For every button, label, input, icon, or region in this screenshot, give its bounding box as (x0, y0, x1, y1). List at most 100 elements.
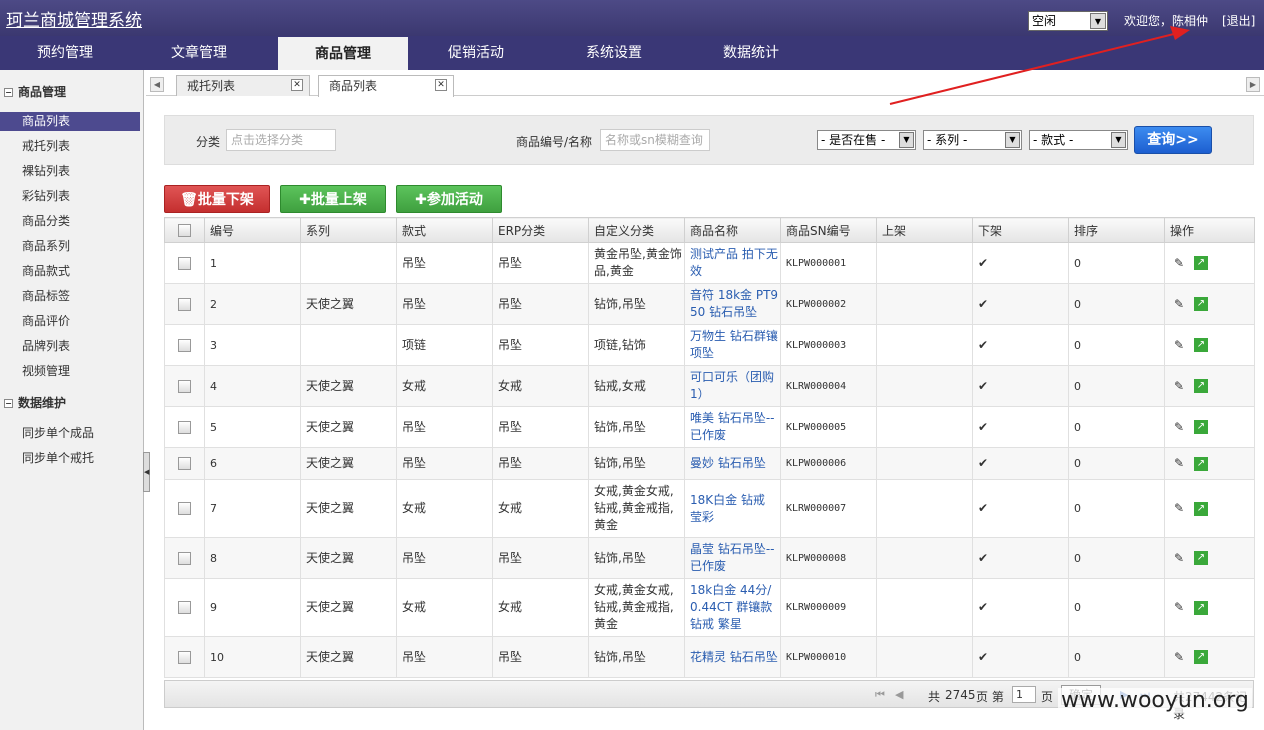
column-header[interactable]: 排序 (1068, 217, 1165, 243)
sidebar-item-product-style[interactable]: 商品款式 (0, 262, 140, 281)
sidebar-item-color-diamond-list[interactable]: 彩钻列表 (0, 187, 140, 206)
row-checkbox[interactable] (178, 338, 191, 352)
column-header[interactable]: 下架 (972, 217, 1069, 243)
edit-icon[interactable]: ✎ (1172, 420, 1186, 434)
sidebar-item-ring-mount-list[interactable]: 戒托列表 (0, 137, 140, 156)
app-title[interactable]: 珂兰商城管理系统 (6, 6, 142, 31)
sidebar-item-sync-mount[interactable]: 同步单个戒托 (0, 449, 140, 468)
on-sale-select[interactable]: - 是否在售 - ▼ (817, 130, 916, 150)
close-icon[interactable]: ✕ (435, 79, 447, 91)
sidebar-item-product-category[interactable]: 商品分类 (0, 212, 140, 231)
view-icon[interactable]: ↗ (1194, 600, 1208, 615)
product-name-link[interactable]: 18k白金 44分/0.44CT 群镶款钻戒 繁星 (684, 578, 781, 637)
code-search-input[interactable]: 名称或sn模糊查询 (600, 129, 710, 151)
nav-tab-booking[interactable]: 预约管理 (0, 36, 130, 70)
row-checkbox[interactable] (178, 457, 191, 470)
nav-tab-promotions[interactable]: 促销活动 (411, 36, 541, 70)
edit-icon[interactable]: ✎ (1172, 501, 1186, 515)
row-checkbox[interactable] (178, 650, 191, 664)
row-checkbox[interactable] (178, 502, 191, 515)
chevron-down-icon[interactable]: ▼ (1005, 132, 1020, 148)
tab-scroll-left-icon[interactable]: ◀ (150, 77, 164, 92)
product-name-link[interactable]: 音符 18k金 PT950 钻石吊坠 (684, 283, 781, 325)
row-checkbox[interactable] (178, 379, 191, 393)
view-icon[interactable]: ↗ (1194, 551, 1208, 565)
query-button[interactable]: 查询>> (1134, 126, 1212, 154)
view-icon[interactable]: ↗ (1194, 650, 1208, 664)
column-header[interactable]: 上架 (876, 217, 973, 243)
collapse-icon[interactable]: − (4, 88, 13, 97)
edit-icon[interactable]: ✎ (1172, 338, 1186, 352)
column-header[interactable]: 商品SN编号 (780, 217, 877, 243)
nav-tab-settings[interactable]: 系统设置 (549, 36, 679, 70)
logout-link[interactable]: [退出] (1222, 12, 1255, 29)
batch-unlist-button[interactable]: 🗑批量下架 (164, 185, 270, 213)
edit-icon[interactable]: ✎ (1172, 256, 1186, 270)
select-all-checkbox[interactable] (178, 224, 191, 237)
product-name-link[interactable]: 唯美 钻石吊坠--已作废 (684, 406, 781, 448)
column-header[interactable]: 商品名称 (684, 217, 781, 243)
product-name-link[interactable]: 晶莹 钻石吊坠--已作废 (684, 537, 781, 579)
add-to-promotion-button[interactable]: ✚参加活动 (396, 185, 502, 213)
style-select[interactable]: - 款式 - ▼ (1029, 130, 1128, 150)
sidebar-item-video-management[interactable]: 视频管理 (0, 362, 140, 381)
view-icon[interactable]: ↗ (1194, 297, 1208, 311)
row-checkbox[interactable] (178, 551, 191, 565)
batch-list-button[interactable]: ✚批量上架 (280, 185, 386, 213)
column-header[interactable]: 系列 (300, 217, 397, 243)
edit-icon[interactable]: ✎ (1172, 297, 1186, 311)
edit-icon[interactable]: ✎ (1172, 456, 1186, 470)
view-icon[interactable]: ↗ (1194, 379, 1208, 393)
edit-icon[interactable]: ✎ (1172, 551, 1186, 565)
chevron-down-icon[interactable]: ▼ (1111, 132, 1126, 148)
edit-icon[interactable]: ✎ (1172, 600, 1186, 614)
sidebar-item-product-list[interactable]: 商品列表 (0, 112, 140, 131)
nav-tab-articles[interactable]: 文章管理 (134, 36, 264, 70)
sidebar-item-brand-list[interactable]: 品牌列表 (0, 337, 140, 356)
series-select[interactable]: - 系列 - ▼ (923, 130, 1022, 150)
first-page-icon[interactable]: ⏮ (875, 688, 885, 702)
page-number-input[interactable]: 1 (1012, 686, 1036, 703)
close-icon[interactable]: ✕ (291, 79, 303, 91)
row-checkbox[interactable] (178, 601, 191, 614)
view-icon[interactable]: ↗ (1194, 420, 1208, 434)
product-name-link[interactable]: 花精灵 钻石吊坠 (684, 636, 781, 678)
row-checkbox[interactable] (178, 297, 191, 311)
product-name-link[interactable]: 万物生 钻石群镶项坠 (684, 324, 781, 366)
subtab-ring-mount-list[interactable]: 戒托列表 ✕ (176, 75, 310, 96)
edit-icon[interactable]: ✎ (1172, 379, 1186, 393)
sidebar-item-loose-diamond-list[interactable]: 裸钻列表 (0, 162, 140, 181)
column-header[interactable]: 编号 (204, 217, 301, 243)
sidebar-item-product-series[interactable]: 商品系列 (0, 237, 140, 256)
view-icon[interactable]: ↗ (1194, 256, 1208, 270)
sidebar-item-product-tags[interactable]: 商品标签 (0, 287, 140, 306)
row-checkbox[interactable] (178, 420, 191, 434)
sidebar-item-product-reviews[interactable]: 商品评价 (0, 312, 140, 331)
column-header[interactable]: 款式 (396, 217, 493, 243)
nav-tab-statistics[interactable]: 数据统计 (686, 36, 816, 70)
collapse-icon[interactable]: − (4, 399, 13, 408)
row-checkbox[interactable] (178, 256, 191, 270)
chevron-down-icon[interactable]: ▼ (899, 132, 914, 148)
edit-icon[interactable]: ✎ (1172, 650, 1186, 664)
view-icon[interactable]: ↗ (1194, 456, 1208, 471)
tab-scroll-right-icon[interactable]: ▶ (1246, 77, 1260, 92)
column-header[interactable]: ERP分类 (492, 217, 589, 243)
column-header[interactable]: 自定义分类 (588, 217, 685, 243)
prev-page-icon[interactable]: ◀ (895, 688, 903, 701)
nav-tab-products[interactable]: 商品管理 (278, 37, 408, 70)
product-name-link[interactable]: 18K白金 钻戒 莹彩 (684, 479, 781, 538)
chevron-down-icon[interactable]: ▼ (1090, 13, 1106, 29)
sidebar-section-products[interactable]: − 商品管理 (0, 81, 144, 103)
sidebar-section-data[interactable]: − 数据维护 (0, 392, 144, 414)
status-select[interactable]: 空闲 ▼ (1028, 11, 1108, 31)
product-name-link[interactable]: 可口可乐（团购1） (684, 365, 781, 407)
view-icon[interactable]: ↗ (1194, 501, 1208, 516)
category-input[interactable]: 点击选择分类 (226, 129, 336, 151)
view-icon[interactable]: ↗ (1194, 338, 1208, 352)
product-name-link[interactable]: 曼妙 钻石吊坠 (684, 447, 781, 480)
sidebar-item-sync-product[interactable]: 同步单个成品 (0, 424, 140, 443)
product-name-link[interactable]: 测试产品 拍下无效 (684, 242, 781, 284)
sidebar-collapse-handle[interactable]: ◀ (143, 452, 150, 492)
subtab-product-list[interactable]: 商品列表 ✕ (318, 75, 454, 97)
